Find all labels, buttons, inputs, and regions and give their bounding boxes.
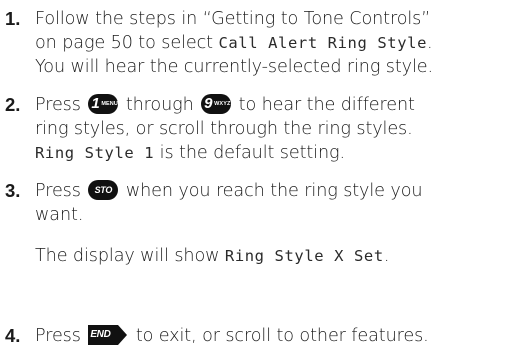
step-text: .	[383, 246, 390, 266]
step-text: Press	[35, 326, 81, 346]
lcd-text: Call Alert Ring Style	[218, 34, 428, 52]
step-number: 2.	[5, 94, 21, 115]
manual-page: 1. Follow the steps in “Getting to Tone …	[0, 0, 530, 357]
step-text: You will hear the currently-selected rin…	[35, 57, 433, 77]
step-text: ring styles, or scroll through the ring …	[35, 119, 413, 139]
step-text: is the default setting.	[154, 143, 345, 163]
key-9-wxyz-icon: 9 WXYZ	[201, 94, 232, 114]
step-3-line-1: Press STO when you reach the ring style …	[35, 179, 423, 203]
step-text: to hear the different	[238, 95, 415, 115]
step-4-line-1: Press END to exit, or scroll to other fe…	[35, 324, 429, 348]
lcd-text: Ring Style X Set	[224, 247, 384, 265]
step-text: want.	[35, 205, 84, 225]
step-text: .	[427, 33, 433, 53]
step-text: Press	[35, 95, 81, 115]
key-sub-label: WXYZ	[214, 101, 231, 107]
step-text: on page 50 to select	[35, 33, 219, 53]
step-text: through	[125, 95, 194, 115]
step-number: 3.	[5, 180, 21, 201]
step-text: The display will show	[35, 246, 225, 266]
sto-key-icon: STO	[88, 180, 119, 200]
lcd-text: Ring Style 1	[35, 144, 155, 162]
key-label: STO	[94, 185, 113, 195]
end-key-icon: END	[88, 325, 128, 345]
step-3-display-note: The display will show Ring Style X Set.	[35, 244, 389, 268]
step-3-line-2: want.	[35, 203, 83, 227]
key-1-menu-icon: 1 MENU	[88, 94, 119, 114]
key-sub-label: MENU	[101, 101, 118, 107]
step-text: Press	[35, 181, 81, 201]
step-1-line-1: Follow the steps in “Getting to Tone Con…	[35, 7, 430, 31]
step-1-line-3: You will hear the currently-selected rin…	[35, 55, 433, 79]
step-text: Follow the steps in “Getting to Tone Con…	[35, 9, 431, 29]
key-digit: 1	[91, 95, 100, 112]
step-text: when you reach the ring style you	[125, 181, 423, 201]
key-label: END	[90, 329, 111, 340]
step-number: 1.	[5, 8, 21, 29]
step-text: to exit, or scroll to other features.	[135, 326, 429, 346]
step-1-line-2: on page 50 to select Call Alert Ring Sty…	[35, 31, 433, 55]
step-number: 4.	[5, 325, 21, 346]
step-2-line-1: Press 1 MENU through 9 WXYZ to hear the di…	[35, 93, 415, 117]
step-2-line-3: Ring Style 1 is the default setting.	[35, 141, 345, 165]
step-2-line-2: ring styles, or scroll through the ring …	[35, 117, 413, 141]
key-digit: 9	[204, 95, 213, 112]
